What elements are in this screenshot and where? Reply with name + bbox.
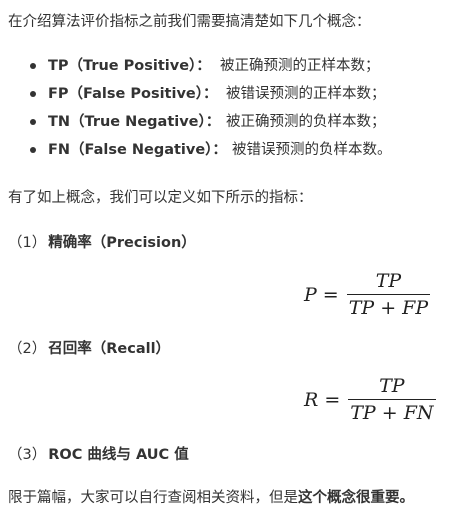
section-heading-roc-auc: （3） ROC 曲线与 AUC 值 — [8, 443, 189, 464]
definition-term: TN（True Negative）： — [48, 114, 221, 130]
section-number: （2） — [8, 341, 47, 357]
definition-desc: 被错误预测的负样本数。 — [232, 142, 392, 158]
definition-term: FP（False Positive）： — [48, 86, 218, 102]
formula-fraction: TP TP + FP — [346, 270, 431, 320]
formula-equals: = — [322, 283, 339, 306]
section-title: 召回率（Recall） — [48, 341, 171, 357]
section-title: 精确率（Precision） — [48, 235, 196, 251]
closing-emphasis: 这个概念很重要。 — [298, 490, 414, 506]
bullet-icon — [30, 119, 36, 125]
definition-desc: 被错误预测的正样本数； — [226, 86, 386, 102]
section-heading-precision: （1） 精确率（Precision） — [8, 231, 196, 252]
bullet-icon — [30, 147, 36, 153]
formula-lhs: P — [304, 283, 317, 306]
definition-desc: 被正确预测的负样本数； — [226, 114, 386, 130]
precision-formula: P = TP TP + FP — [304, 270, 431, 320]
formula-numerator: TP — [379, 375, 405, 397]
intro-paragraph: 在介绍算法评价指标之前我们需要搞清楚如下几个概念： — [8, 14, 371, 30]
formula-equals: = — [324, 388, 341, 411]
formula-fraction: TP TP + FN — [348, 375, 436, 425]
section-heading-recall: （2） 召回率（Recall） — [8, 337, 170, 358]
formula-denominator: TP + FN — [350, 402, 434, 425]
definition-term: TP（True Positive）： — [48, 58, 211, 74]
recall-formula: R = TP TP + FN — [304, 375, 436, 424]
formula-numerator: TP — [375, 270, 402, 292]
definition-term: FN（False Negative）： — [48, 142, 227, 158]
bullet-icon — [30, 91, 36, 97]
bullet-icon — [30, 63, 36, 69]
after-paragraph: 有了如上概念，我们可以定义如下所示的指标： — [8, 190, 313, 206]
section-title: ROC 曲线与 AUC 值 — [48, 447, 189, 463]
formula-denominator: TP + FP — [348, 297, 429, 320]
closing-text: 限于篇幅，大家可以自行查阅相关资料，但是 — [8, 490, 298, 506]
definition-desc: 被正确预测的正样本数； — [220, 58, 380, 74]
closing-paragraph: 限于篇幅，大家可以自行查阅相关资料，但是这个概念很重要。 — [8, 486, 414, 507]
section-number: （3） — [8, 447, 47, 463]
section-number: （1） — [8, 235, 47, 251]
formula-lhs: R — [304, 388, 319, 411]
